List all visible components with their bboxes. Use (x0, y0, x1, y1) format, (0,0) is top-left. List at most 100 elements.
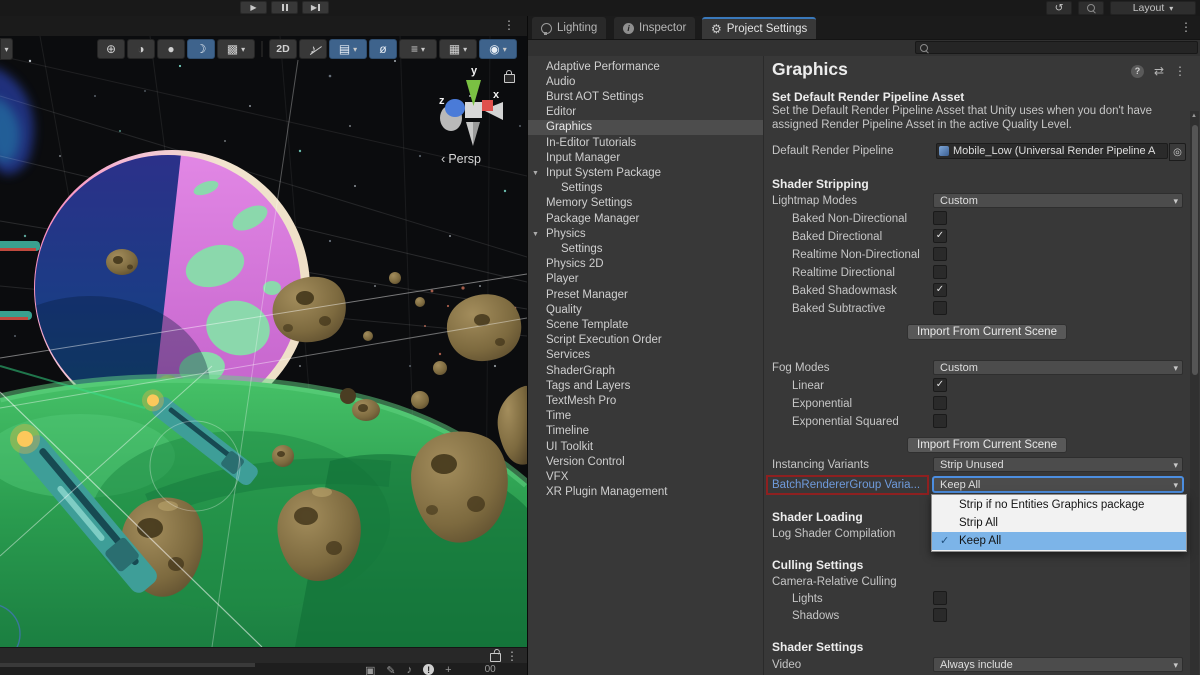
video-shaders-dropdown[interactable]: Always include ▾ (933, 657, 1183, 672)
bottom-tab-edge[interactable] (0, 663, 255, 667)
eye-slash-icon: ø (379, 42, 387, 56)
culling-lights-checkbox[interactable] (933, 591, 947, 605)
effects-dropdown[interactable]: ▤ ▾ (329, 39, 367, 59)
settings-item[interactable]: VFX (528, 470, 763, 485)
baked-shadowmask-checkbox[interactable]: ✓ (933, 283, 947, 297)
settings-item[interactable]: Script Execution Order (528, 333, 763, 348)
scroll-up-icon[interactable]: ▲ (1191, 113, 1197, 119)
draw-mode-solid-button[interactable]: ● (157, 39, 185, 59)
realtime-non-directional-checkbox[interactable] (933, 247, 947, 261)
scrollbar-thumb[interactable] (1191, 125, 1198, 375)
menu-item[interactable]: Strip All (932, 514, 1186, 532)
draw-mode-wireframe-button[interactable]: ☽ (187, 39, 215, 59)
settings-item[interactable]: Scene Template (528, 318, 763, 333)
instancing-variants-dropdown[interactable]: Strip Unused ▾ (933, 457, 1183, 472)
settings-item[interactable]: ▼ Physics (528, 227, 763, 242)
field-label: Lights (792, 593, 823, 605)
search-all-button[interactable] (1078, 1, 1104, 15)
menu-item-selected[interactable]: ✓ Keep All (932, 532, 1186, 550)
settings-search-input[interactable] (915, 41, 1198, 54)
2d-toggle-button[interactable]: 2D (269, 39, 297, 59)
object-picker-button[interactable]: ◎ (1169, 143, 1186, 161)
settings-item[interactable]: Preset Manager (528, 288, 763, 303)
settings-item[interactable]: ▼ Input System Package (528, 166, 763, 181)
settings-item[interactable]: Timeline (528, 424, 763, 439)
panel-unlock-toggle[interactable] (490, 653, 501, 662)
tab-lighting[interactable]: Lighting (532, 17, 607, 39)
baked-subtractive-checkbox[interactable] (933, 301, 947, 315)
settings-item[interactable]: TextMesh Pro (528, 394, 763, 409)
render-pipeline-object-field[interactable]: Mobile_Low (Universal Render Pipeline A (936, 143, 1168, 159)
debug-draw-dropdown[interactable]: ▩ ▾ (217, 39, 255, 59)
settings-item[interactable]: Package Manager (528, 212, 763, 227)
pane-kebab-icon[interactable]: ⋮ (1174, 65, 1186, 77)
realtime-directional-checkbox[interactable] (933, 265, 947, 279)
scrollbar[interactable]: ▲ (1190, 111, 1199, 675)
note-icon[interactable]: ♪ (407, 664, 413, 675)
import-from-scene-button[interactable]: Import From Current Scene (907, 324, 1067, 340)
settings-item[interactable]: Memory Settings (528, 196, 763, 211)
tab-inspector[interactable]: i Inspector (614, 17, 696, 39)
settings-item[interactable]: Audio (528, 75, 763, 90)
baked-directional-checkbox[interactable]: ✓ (933, 229, 947, 243)
grid-icon[interactable]: ▣ (365, 664, 375, 675)
gizmo-lock[interactable] (504, 70, 515, 83)
help-icon[interactable]: ? (1130, 64, 1144, 78)
settings-item[interactable]: Burst AOT Settings (528, 90, 763, 105)
fog-modes-dropdown[interactable]: Custom ▾ (933, 360, 1183, 375)
settings-item[interactable]: Adaptive Performance (528, 60, 763, 75)
settings-item[interactable]: UI Toolkit (528, 440, 763, 455)
overlay-edge-button[interactable]: ▾ (0, 38, 13, 60)
culling-shadows-checkbox[interactable] (933, 608, 947, 622)
settings-item[interactable]: Time (528, 409, 763, 424)
settings-item[interactable]: Services (528, 348, 763, 363)
paint-icon[interactable]: ✎ (386, 664, 395, 675)
import-from-scene-button[interactable]: Import From Current Scene (907, 437, 1067, 453)
step-button[interactable]: ▶ (302, 1, 329, 14)
layout-dropdown[interactable]: Layout ▾ (1110, 1, 1196, 15)
layout-label: Layout (1132, 2, 1165, 14)
settings-item[interactable]: XR Plugin Management (528, 485, 763, 500)
hidden-objects-button[interactable]: ø (369, 39, 397, 59)
settings-item[interactable]: ShaderGraph (528, 364, 763, 379)
fog-exponential-squared-checkbox[interactable] (933, 414, 947, 428)
settings-item[interactable]: Input Manager (528, 151, 763, 166)
settings-item[interactable]: Version Control (528, 455, 763, 470)
audio-toggle-button[interactable]: ♪ (299, 39, 327, 59)
gizmos-dropdown[interactable]: ◉ ▾ (479, 39, 517, 59)
play-button[interactable]: ▶ (240, 1, 267, 14)
axis-y-label: y (471, 65, 478, 77)
draw-mode-half-button[interactable]: ◑ (127, 39, 155, 59)
bottom-kebab-icon[interactable]: ⋮ (506, 650, 518, 662)
persp-label: Persp (448, 151, 481, 166)
tab-project-settings[interactable]: ⚙ Project Settings (702, 17, 817, 39)
add-icon[interactable]: + (445, 664, 451, 675)
debug-icon: ▩ (226, 42, 239, 56)
draw-mode-shaded-button[interactable]: ⊕ (97, 39, 125, 59)
scene-viewport[interactable]: ▾ ⊕ ◑ ● ☽ ▩ ▾ 2D ♪ ▤ ▾ ø ≡ ▾ ▦ ▾ ◉ ▾ y x… (0, 36, 527, 647)
camera-dropdown[interactable]: ▦ ▾ (439, 39, 477, 59)
batchrenderergroup-dropdown[interactable]: Keep All ▾ (933, 477, 1183, 492)
settings-item[interactable]: Tags and Layers (528, 379, 763, 394)
layers-dropdown[interactable]: ≡ ▾ (399, 39, 437, 59)
settings-item-selected[interactable]: Graphics (528, 120, 763, 136)
settings-item[interactable]: Settings (528, 242, 763, 257)
fog-exponential-checkbox[interactable] (933, 396, 947, 410)
settings-item[interactable]: Physics 2D (528, 257, 763, 272)
settings-item[interactable]: Player (528, 272, 763, 287)
menu-item[interactable]: Strip if no Entities Graphics package (932, 496, 1186, 514)
preset-icon[interactable]: ⇄ (1154, 64, 1164, 78)
pause-button[interactable] (271, 1, 298, 14)
undo-history-button[interactable]: ↺ (1046, 1, 1072, 15)
settings-item[interactable]: Editor (528, 105, 763, 120)
alert-icon[interactable]: ! (423, 664, 435, 675)
settings-item[interactable]: Quality (528, 303, 763, 318)
settings-item[interactable]: Settings (528, 181, 763, 196)
lightmap-modes-dropdown[interactable]: Custom ▾ (933, 193, 1183, 208)
baked-non-directional-checkbox[interactable] (933, 211, 947, 225)
scene-menu-kebab-icon[interactable]: ⋮ (503, 19, 515, 31)
fog-linear-checkbox[interactable]: ✓ (933, 378, 947, 392)
perspective-toggle[interactable]: ‹ Persp (441, 151, 481, 166)
settings-item[interactable]: In-Editor Tutorials (528, 136, 763, 151)
tabbar-kebab-icon[interactable]: ⋮ (1180, 21, 1192, 33)
